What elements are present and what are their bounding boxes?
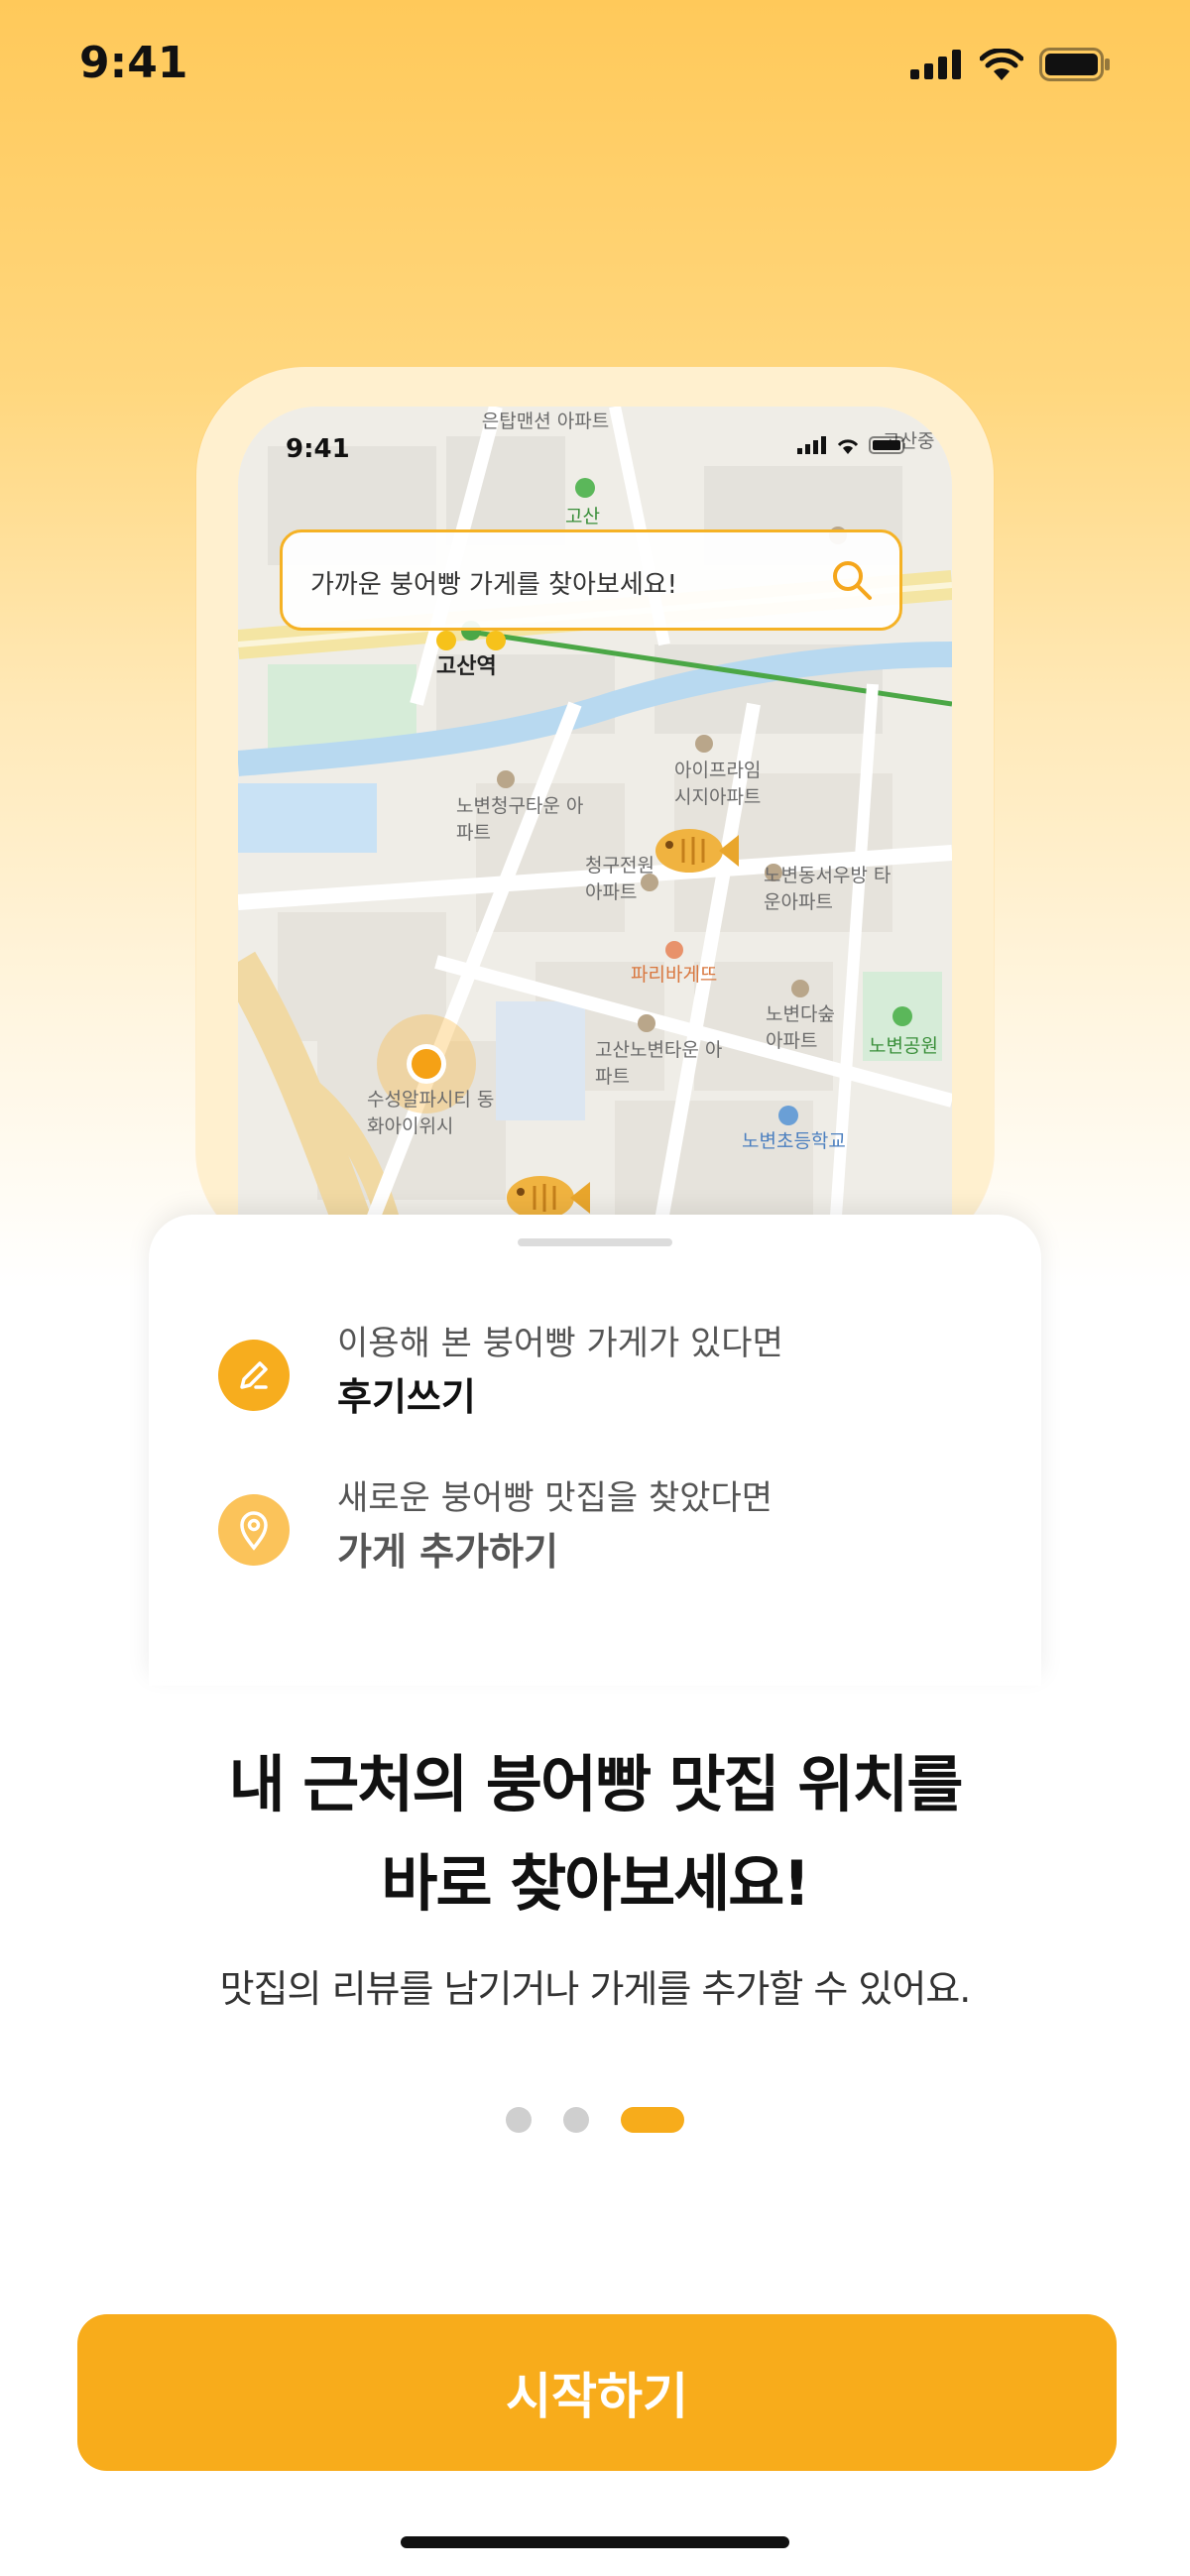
map-search-bar[interactable]: 가까운 붕어빵 가게를 찾아보세요! <box>280 529 902 631</box>
status-time: 9:41 <box>79 38 188 88</box>
start-button[interactable]: 시작하기 <box>77 2314 1117 2471</box>
location-pin-icon <box>218 1494 290 1566</box>
status-icons <box>910 48 1111 81</box>
battery-icon <box>1039 48 1110 81</box>
headline-line-2: 바로 찾아보세요! <box>381 1847 810 1920</box>
page-dot-2[interactable] <box>563 2107 589 2133</box>
map-label: 노변청구타운 아파트 <box>456 795 584 844</box>
feature-add-store[interactable]: 새로운 붕어빵 맛집을 찾았다면 가게 추가하기 <box>218 1474 773 1581</box>
sheet-handle[interactable] <box>518 1238 672 1246</box>
sheet-fade <box>149 1626 1041 1686</box>
feature-sheet: 이용해 본 붕어빵 가게가 있다면 후기쓰기 새로운 붕어빵 맛집을 찾았다면 … <box>149 1215 1041 1681</box>
feature-subtitle: 새로운 붕어빵 맛집을 찾았다면 <box>337 1478 774 1518</box>
map-label: 노변공원 <box>869 1035 938 1057</box>
battery-icon <box>869 436 904 454</box>
onboarding-headline: 내 근처의 붕어빵 맛집 위치를 바로 찾아보세요! <box>0 1735 1190 1933</box>
page-dot-3-active[interactable] <box>621 2107 684 2133</box>
feature-subtitle: 이용해 본 붕어빵 가게가 있다면 <box>337 1324 783 1363</box>
map-label: 아이프라임 시지아파트 <box>674 760 762 808</box>
map-label: 은탑맨션 아파트 <box>481 410 610 432</box>
map-label: 고산역 <box>436 654 497 679</box>
map-label: 파리바게뜨 <box>631 964 718 986</box>
onboarding-description: 맛집의 리뷰를 남기거나 가게를 추가할 수 있어요. <box>219 1967 972 2011</box>
map-label: 고산노변타운 아파트 <box>595 1039 723 1088</box>
home-indicator <box>401 2536 789 2548</box>
mini-status-time: 9:41 <box>286 434 350 464</box>
signal-icon <box>797 436 826 454</box>
feature-write-review[interactable]: 이용해 본 붕어빵 가게가 있다면 후기쓰기 <box>218 1320 783 1427</box>
page-indicator <box>506 2107 684 2133</box>
mini-status-icons <box>797 436 908 454</box>
headline-line-1: 내 근처의 붕어빵 맛집 위치를 <box>228 1748 964 1820</box>
map-label: 노변동서우방 타운아파트 <box>764 865 892 913</box>
page-dot-1[interactable] <box>506 2107 532 2133</box>
feature-title: 후기쓰기 <box>337 1375 476 1419</box>
map-label: 노변초등학교 <box>742 1130 846 1152</box>
map-label: 청구전원 아파트 <box>585 855 654 903</box>
map-label: 노변다숲 아파트 <box>766 1003 835 1052</box>
map-search-placeholder: 가까운 붕어빵 가게를 찾아보세요! <box>310 570 678 600</box>
map-label: 수성알파시티 동화아이위시 <box>367 1089 495 1137</box>
wifi-icon <box>837 439 859 454</box>
map-preview: 은탑맨션 아파트 고산 고산역 아이프라임 시지아파트 노변청구타운 아파트 청… <box>238 407 952 1259</box>
map-label: 고산 <box>565 506 600 527</box>
search-icon[interactable] <box>830 558 874 602</box>
feature-title: 가게 추가하기 <box>337 1530 558 1574</box>
signal-icon <box>910 50 961 79</box>
status-bar: 9:41 <box>0 0 1190 139</box>
wifi-icon <box>980 49 1023 80</box>
pencil-icon <box>218 1340 290 1411</box>
